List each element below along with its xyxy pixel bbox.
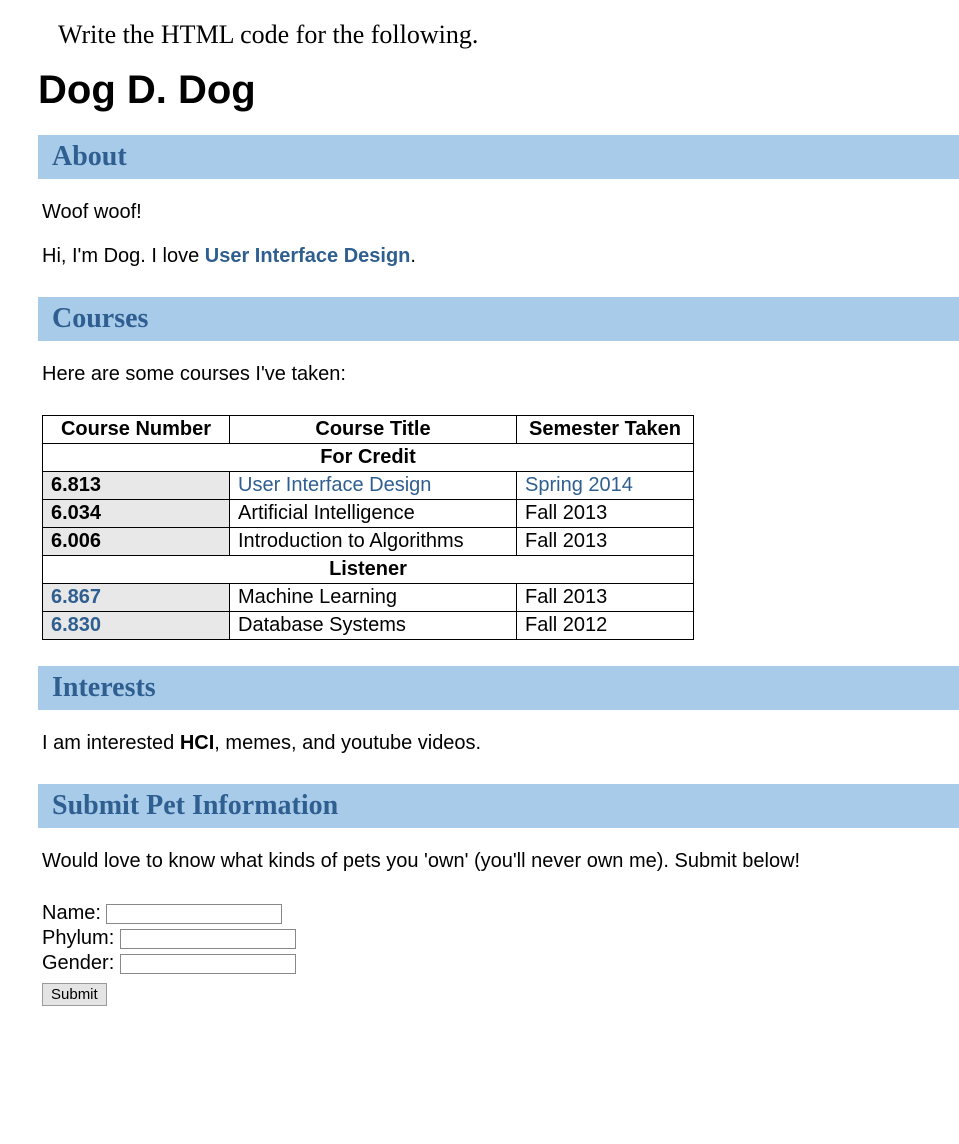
course-semester-cell: Fall 2013 [517,528,694,556]
course-number-cell: 6.830 [43,612,230,640]
courses-group-label: For Credit [43,444,694,472]
section-heading-courses: Courses [38,297,959,341]
about-line-2: Hi, I'm Dog. I love User Interface Desig… [42,241,959,271]
phylum-input[interactable] [120,929,296,949]
submit-button[interactable]: Submit [42,983,107,1006]
courses-header-semester: Semester Taken [517,416,694,444]
course-title-cell: User Interface Design [230,472,517,500]
uid-link[interactable]: User Interface Design [205,245,411,267]
about-line-1: Woof woof! [42,197,959,227]
table-row: 6.006Introduction to AlgorithmsFall 2013 [43,528,694,556]
courses-group-label: Listener [43,556,694,584]
page-title: Dog D. Dog [38,68,959,113]
course-title-link[interactable]: User Interface Design [238,474,431,496]
course-semester-cell: Spring 2014 [517,472,694,500]
interests-prefix: I am interested [42,732,180,754]
course-semester-cell: Fall 2012 [517,612,694,640]
course-semester-cell: Fall 2013 [517,500,694,528]
courses-header-title: Course Title [230,416,517,444]
submit-intro: Would love to know what kinds of pets yo… [42,846,959,876]
table-row: 6.034Artificial IntelligenceFall 2013 [43,500,694,528]
interests-suffix: , memes, and youtube videos. [214,732,481,754]
name-input[interactable] [106,904,282,924]
course-title-cell: Machine Learning [230,584,517,612]
phylum-label: Phylum: [42,927,114,950]
courses-table: Course Number Course Title Semester Take… [42,415,694,640]
gender-label: Gender: [42,952,114,975]
table-row: 6.867 Machine LearningFall 2013 [43,584,694,612]
pet-form: Name: Phylum: Gender: Submit [42,902,959,1006]
interests-line: I am interested HCI, memes, and youtube … [42,728,959,758]
table-row: 6.830 Database SystemsFall 2012 [43,612,694,640]
about-line-2-prefix: Hi, I'm Dog. I love [42,245,205,267]
section-heading-interests: Interests [38,666,959,710]
courses-intro: Here are some courses I've taken: [42,359,959,389]
gender-input[interactable] [120,954,296,974]
courses-header-number: Course Number [43,416,230,444]
course-semester-link[interactable]: Spring 2014 [525,474,633,496]
course-title-cell: Introduction to Algorithms [230,528,517,556]
course-number-cell: 6.006 [43,528,230,556]
interests-bold: HCI [180,732,214,754]
course-number-link[interactable]: 6.830 [51,614,101,636]
course-semester-cell: Fall 2013 [517,584,694,612]
course-number-cell: 6.813 [43,472,230,500]
course-number-link[interactable]: 6.867 [51,586,101,608]
instruction-text: Write the HTML code for the following. [58,20,959,50]
section-heading-submit: Submit Pet Information [38,784,959,828]
course-number-cell: 6.867 [43,584,230,612]
section-heading-about: About [38,135,959,179]
about-line-2-suffix: . [410,245,416,267]
course-title-cell: Artificial Intelligence [230,500,517,528]
name-label: Name: [42,902,101,925]
course-title-cell: Database Systems [230,612,517,640]
course-number-cell: 6.034 [43,500,230,528]
table-row: 6.813 User Interface Design Spring 2014 [43,472,694,500]
